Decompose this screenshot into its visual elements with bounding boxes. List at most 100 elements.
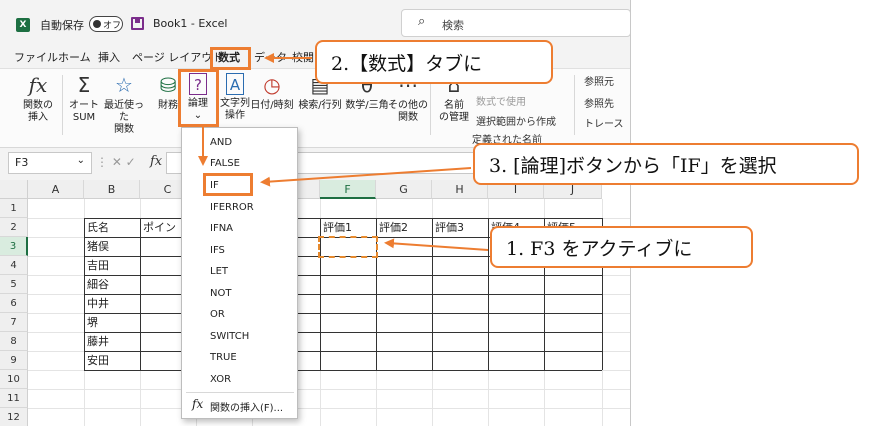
row-header[interactable]: 5	[0, 275, 28, 294]
row-header[interactable]: 7	[0, 313, 28, 332]
recent-functions-button[interactable]: ☆ 最近使った 関数	[100, 73, 148, 136]
tab-review[interactable]: 校閲	[292, 49, 314, 65]
create-from-selection-button[interactable]: 選択範囲から作成	[476, 113, 556, 128]
tab-file[interactable]: ファイル	[14, 49, 58, 65]
highlight-formulas-tab	[210, 47, 251, 70]
menu-item-true[interactable]: TRUE	[210, 352, 237, 363]
autosave-label: 自動保存	[40, 19, 84, 32]
menu-item-switch[interactable]: SWITCH	[210, 331, 249, 342]
financial-label: 財務	[158, 100, 178, 111]
ribbon-separator	[430, 75, 431, 135]
callout-step2-text: 2.【数式】タブに	[331, 52, 483, 75]
insert-function-label-2: 挿入	[28, 112, 48, 123]
header-cell-name[interactable]: 氏名	[84, 218, 140, 237]
menu-item-xor[interactable]: XOR	[210, 374, 231, 385]
document-title: Book1 - Excel	[153, 17, 228, 30]
more-label-2: 関数	[398, 112, 418, 123]
datetime-button[interactable]: ◷ 日付/時刻	[248, 73, 296, 112]
save-icon[interactable]	[131, 17, 144, 30]
chevron-down-icon: ⌄	[76, 155, 85, 166]
row-header[interactable]: 2	[0, 218, 28, 237]
trace-dependents-button[interactable]: 参照先	[584, 95, 614, 110]
column-header[interactable]: B	[84, 180, 140, 199]
name-cell[interactable]: 藤井	[84, 332, 140, 351]
search-placeholder: 検索	[442, 19, 464, 32]
logical-functions-dropdown: AND FALSE IF IFERROR IFNA IFS LET NOT OR…	[181, 127, 298, 419]
table-border	[84, 294, 602, 295]
name-cell[interactable]: 猪俣	[84, 237, 140, 256]
name-box[interactable]: F3 ⌄	[8, 152, 92, 174]
row-header[interactable]: 12	[0, 408, 28, 426]
row-header[interactable]: 1	[0, 199, 28, 218]
autosum-label-1: オート	[69, 100, 99, 111]
name-manager-label-1: 名前	[444, 100, 464, 111]
search-box[interactable]: ⌕ 検索	[401, 9, 630, 37]
select-all-corner[interactable]	[0, 180, 28, 199]
more-label-1: その他の	[388, 100, 428, 111]
text-label-1: 文字列	[220, 98, 250, 109]
name-cell[interactable]: 安田	[84, 351, 140, 370]
header-cell-eval3[interactable]: 評価3	[432, 218, 488, 237]
menu-item-and[interactable]: AND	[210, 137, 232, 148]
name-box-value: F3	[15, 156, 29, 169]
table-border	[84, 351, 602, 352]
gridline	[28, 408, 630, 409]
gridline	[28, 389, 630, 390]
tab-insert[interactable]: 挿入	[98, 49, 120, 65]
text-label-2: 操作	[225, 110, 245, 121]
name-cell[interactable]: 堺	[84, 313, 140, 332]
header-cell-eval1[interactable]: 評価1	[320, 218, 376, 237]
menu-divider	[186, 392, 294, 393]
highlight-if-item	[203, 173, 253, 196]
datetime-label: 日付/時刻	[250, 100, 294, 111]
fx-icon[interactable]: fx	[150, 154, 162, 169]
column-header-selected[interactable]: F	[320, 180, 376, 199]
worksheet: A B C D E F G H I J 1 2 3 4 5 6 7 8 9 10…	[0, 180, 630, 426]
recent-label-2: 関数	[114, 124, 134, 135]
row-header[interactable]: 8	[0, 332, 28, 351]
menu-item-insert-function[interactable]: 関数の挿入(F)...	[210, 399, 283, 414]
title-bar: X 自動保存 オフ Book1 - Excel ⌕ 検索	[0, 0, 630, 44]
row-header[interactable]: 6	[0, 294, 28, 313]
callout-step2: 2.【数式】タブに	[315, 40, 553, 84]
use-in-formula-button[interactable]: 数式で使用	[476, 93, 526, 108]
formula-cancel-enter-icons: ⋮ ✕ ✓	[96, 155, 136, 169]
tab-home[interactable]: ホーム	[58, 49, 91, 65]
row-header[interactable]: 11	[0, 389, 28, 408]
toggle-knob	[93, 20, 101, 28]
tab-data[interactable]: データ	[254, 49, 287, 65]
header-cell-eval2[interactable]: 評価2	[376, 218, 432, 237]
autosave-toggle[interactable]: オフ	[89, 16, 123, 32]
name-cell[interactable]: 中井	[84, 294, 140, 313]
name-cell[interactable]: 細谷	[84, 275, 140, 294]
name-cell[interactable]: 吉田	[84, 256, 140, 275]
menu-item-or[interactable]: OR	[210, 309, 225, 320]
active-cell-f3[interactable]	[318, 236, 378, 258]
insert-function-button[interactable]: 𝑓x 関数の 挿入	[16, 73, 60, 124]
menu-item-let[interactable]: LET	[210, 266, 228, 277]
star-icon: ☆	[115, 73, 133, 97]
name-manager-label-2: の管理	[439, 112, 469, 123]
row-header[interactable]: 9	[0, 351, 28, 370]
column-header[interactable]: A	[28, 180, 84, 199]
excel-logo-icon: X	[16, 18, 30, 32]
autosum-label-2: SUM	[72, 112, 96, 123]
remove-arrows-button[interactable]: トレース	[584, 115, 624, 130]
table-border	[432, 218, 433, 370]
callout-step1-text: 1. F3 をアクティブに	[506, 237, 693, 260]
menu-item-not[interactable]: NOT	[210, 288, 231, 299]
menu-item-ifna[interactable]: IFNA	[210, 223, 233, 234]
row-header-selected[interactable]: 3	[0, 237, 28, 256]
callout-step3-text: 3. [論理]ボタンから「IF」を選択	[489, 154, 777, 177]
menu-item-iferror[interactable]: IFERROR	[210, 202, 254, 213]
row-header[interactable]: 4	[0, 256, 28, 275]
table-border	[84, 332, 602, 333]
menu-item-ifs[interactable]: IFS	[210, 245, 225, 256]
fx-icon: 𝑓x	[28, 73, 48, 97]
row-header[interactable]: 10	[0, 370, 28, 389]
fx-icon: fx	[192, 397, 204, 411]
trace-precedents-button[interactable]: 参照元	[584, 73, 614, 88]
callout-step1: 1. F3 をアクティブに	[490, 226, 753, 268]
menu-item-false[interactable]: FALSE	[210, 158, 240, 169]
column-header[interactable]: G	[376, 180, 432, 199]
